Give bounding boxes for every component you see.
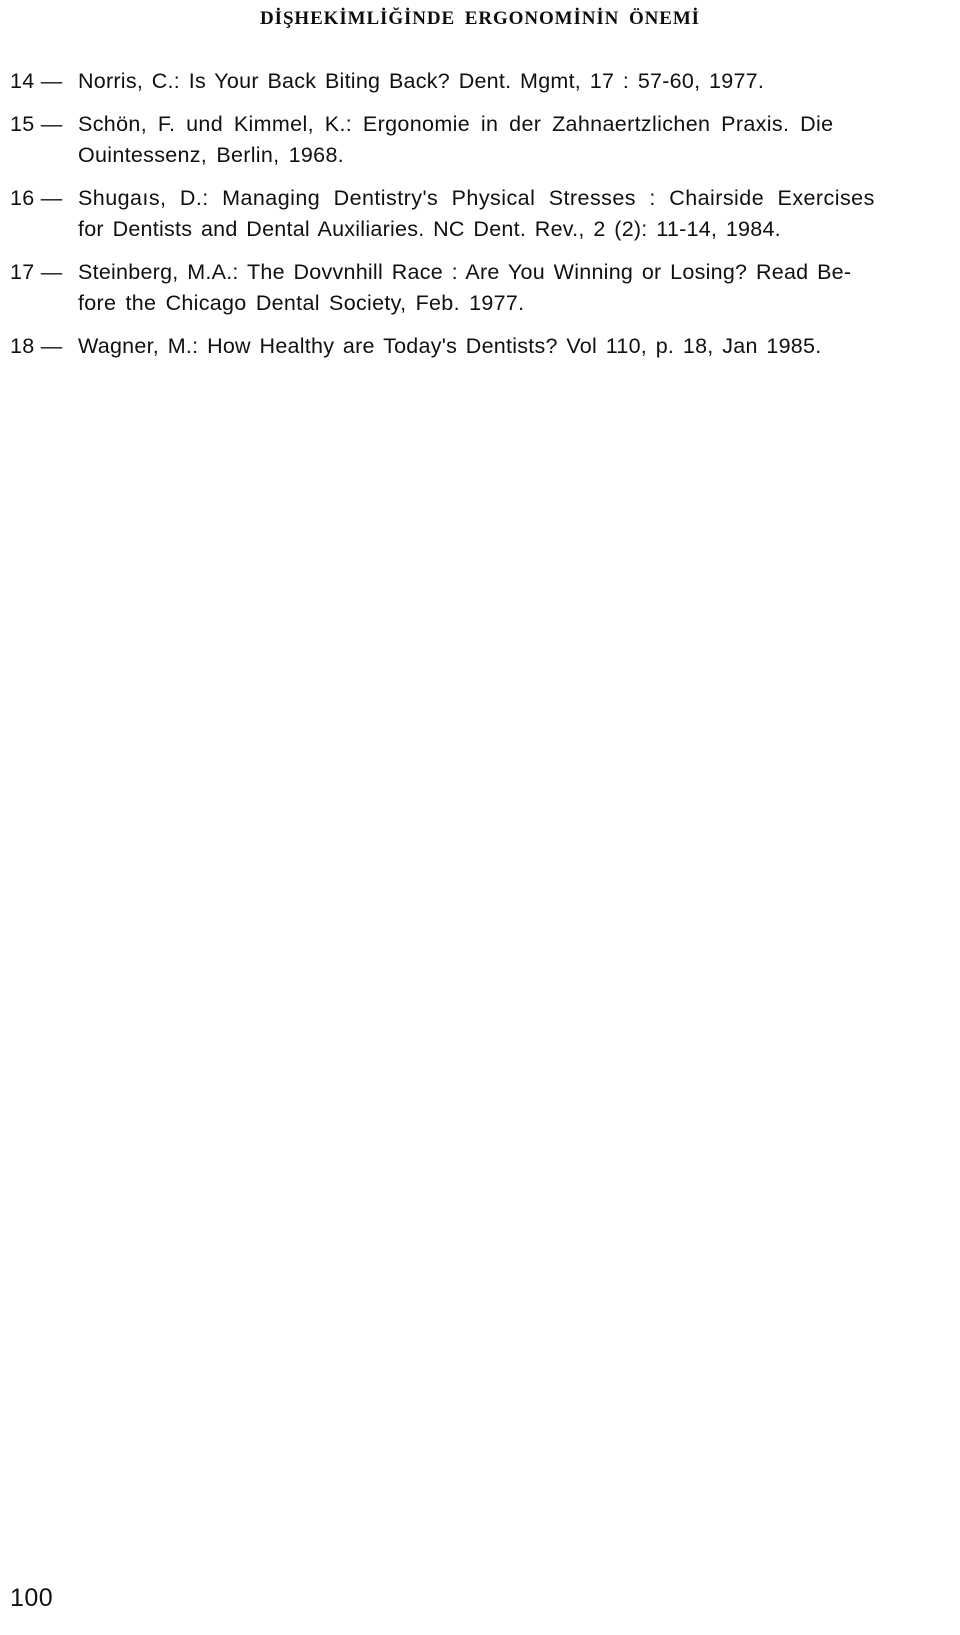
reference-number: 18 — [10,334,63,358]
reference-text: Steinberg, M.A.: The Dovvnhill Race : Ar… [78,257,915,319]
reference-list: 14 — Norris, C.: Is Your Back Biting Bac… [10,66,915,374]
reference-entry: 15 — Schön, F. und Kimmel, K.: Ergonomie… [10,109,915,171]
reference-line: Ouintessenz, Berlin, 1968. [78,143,344,167]
reference-number: 16 — [10,186,63,210]
reference-entry: 17 — Steinberg, M.A.: The Dovvnhill Race… [10,257,915,319]
reference-line: Norris, C.: Is Your Back Biting Back? De… [78,69,765,93]
reference-line: Shugaıs, D.: Managing Dentistry's Physic… [78,186,875,210]
reference-entry: 18 — Wagner, M.: How Healthy are Today's… [10,331,915,362]
reference-line: for Dentists and Dental Auxiliaries. NC … [78,217,781,241]
document-page: DİŞHEKİMLİĞİNDE ERGONOMİNİN ÖNEMİ 14 — N… [0,0,960,1635]
reference-number: 15 — [10,112,63,136]
reference-entry: 16 — Shugaıs, D.: Managing Dentistry's P… [10,183,915,245]
reference-line: Wagner, M.: How Healthy are Today's Dent… [78,334,822,358]
reference-text: Wagner, M.: How Healthy are Today's Dent… [78,331,915,362]
reference-entry: 14 — Norris, C.: Is Your Back Biting Bac… [10,66,915,97]
reference-number: 14 — [10,69,63,93]
reference-line: fore the Chicago Dental Society, Feb. 19… [78,291,525,315]
reference-number: 17 — [10,260,63,284]
reference-text: Shugaıs, D.: Managing Dentistry's Physic… [78,183,915,245]
reference-text: Norris, C.: Is Your Back Biting Back? De… [78,66,915,97]
page-number: 100 [10,1584,54,1612]
running-header-title: DİŞHEKİMLİĞİNDE ERGONOMİNİN ÖNEMİ [260,8,700,29]
reference-line: Schön, F. und Kimmel, K.: Ergonomie in d… [78,112,834,136]
reference-line: Steinberg, M.A.: The Dovvnhill Race : Ar… [78,260,852,284]
reference-text: Schön, F. und Kimmel, K.: Ergonomie in d… [78,109,915,171]
